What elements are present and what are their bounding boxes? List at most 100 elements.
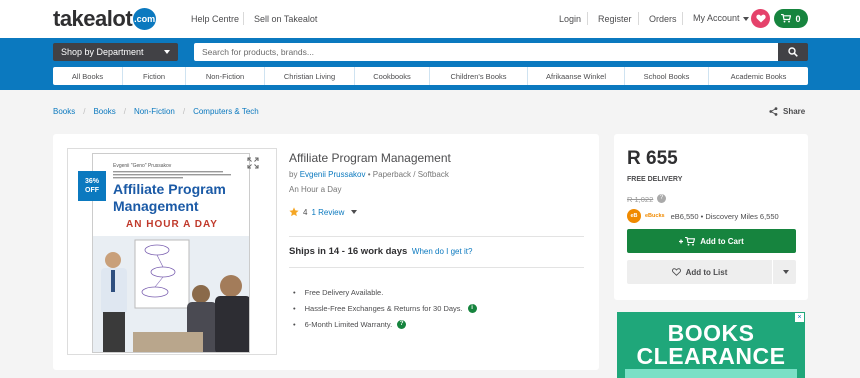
discount-percent: 36% bbox=[84, 178, 99, 185]
product-format: Paperback / Softback bbox=[372, 170, 449, 179]
free-delivery-label: FREE DELIVERY bbox=[627, 176, 683, 183]
rating-summary[interactable]: 4 1 Review bbox=[289, 207, 358, 217]
category-academic-books[interactable]: Academic Books bbox=[709, 67, 808, 85]
cart-button[interactable]: 0 bbox=[774, 9, 808, 28]
breadcrumb-item[interactable]: Books bbox=[93, 107, 115, 116]
help-icon[interactable]: ? bbox=[397, 319, 407, 329]
divider bbox=[682, 12, 683, 25]
share-label: Share bbox=[783, 107, 806, 116]
category-cookbooks[interactable]: Cookbooks bbox=[355, 67, 430, 85]
login-link[interactable]: Login bbox=[559, 14, 581, 24]
ebucks-word: eBucks bbox=[645, 213, 665, 219]
cover-title-line1: Affiliate Program bbox=[113, 181, 226, 197]
orders-link[interactable]: Orders bbox=[649, 14, 677, 24]
category-all-books[interactable]: All Books bbox=[53, 67, 123, 85]
book-cover: Evgenii "Geno" Prussakov Affiliate Progr… bbox=[92, 153, 250, 353]
category-non-fiction[interactable]: Non-Fiction bbox=[186, 67, 265, 85]
list-options-dropdown[interactable] bbox=[773, 260, 796, 284]
category-fiction[interactable]: Fiction bbox=[123, 67, 186, 85]
buy-box: R 655 FREE DELIVERY R 1,022 ? eB eBucks … bbox=[614, 134, 808, 300]
sell-on-takealot-link[interactable]: Sell on Takealot bbox=[254, 14, 317, 24]
logo-badge: .com bbox=[133, 8, 157, 30]
discount-badge: 36% OFF bbox=[78, 171, 106, 201]
by-label: by bbox=[289, 170, 298, 179]
cover-title-line2: Management bbox=[113, 198, 199, 214]
breadcrumb-item[interactable]: Non-Fiction bbox=[134, 107, 175, 116]
cart-count: 0 bbox=[795, 13, 801, 24]
shop-by-department-button[interactable]: Shop by Department bbox=[53, 43, 178, 61]
breadcrumb: Books / Books / Non-Fiction / Computers … bbox=[53, 107, 259, 116]
benefit-item: 6-Month Limited Warranty.? bbox=[293, 316, 477, 332]
wishlist-button[interactable] bbox=[751, 9, 770, 28]
byline-separator: • bbox=[367, 170, 371, 179]
list-price: R 1,022 bbox=[627, 195, 654, 204]
chevron-down-icon bbox=[742, 16, 749, 21]
cover-fine-print bbox=[113, 171, 231, 179]
ebucks-logo-icon: eB bbox=[627, 209, 641, 223]
divider bbox=[289, 236, 584, 237]
category-christian-living[interactable]: Christian Living bbox=[265, 67, 355, 85]
divider bbox=[243, 12, 244, 25]
search-icon bbox=[788, 47, 798, 57]
help-centre-link[interactable]: Help Centre bbox=[191, 14, 239, 24]
heart-icon bbox=[755, 14, 766, 23]
star-icon bbox=[289, 207, 299, 217]
shipping-text: Ships in 14 - 16 work days bbox=[289, 246, 408, 257]
shop-by-department-label: Shop by Department bbox=[61, 47, 144, 57]
cover-photo bbox=[93, 236, 249, 352]
add-to-list-button[interactable]: Add to List bbox=[627, 260, 772, 284]
benefits-list: Free Delivery Available. Hassle-Free Exc… bbox=[293, 284, 477, 332]
books-clearance-ad[interactable]: × BOOKS CLEARANCE bbox=[617, 312, 805, 378]
breadcrumb-separator: / bbox=[83, 107, 86, 116]
top-bar: takealot .com Help Centre Sell on Takeal… bbox=[0, 0, 860, 38]
rating-value: 4 bbox=[303, 207, 308, 217]
benefit-text: 6-Month Limited Warranty. bbox=[304, 319, 393, 329]
category-afrikaanse-winkel[interactable]: Afrikaanse Winkel bbox=[528, 67, 625, 85]
when-do-i-get-it-link[interactable]: When do I get it? bbox=[412, 247, 472, 256]
cart-icon bbox=[781, 14, 792, 23]
benefit-text: Free Delivery Available. bbox=[304, 287, 384, 297]
chevron-down-icon bbox=[783, 270, 789, 274]
search-button[interactable] bbox=[778, 43, 808, 61]
reviews-link[interactable]: 1 Review bbox=[311, 208, 344, 217]
logo-text: takealot bbox=[53, 6, 133, 31]
breadcrumb-separator: / bbox=[123, 107, 126, 116]
breadcrumb-item[interactable]: Computers & Tech bbox=[193, 107, 259, 116]
divider bbox=[587, 12, 588, 25]
takealot-logo[interactable]: takealot .com bbox=[53, 6, 157, 31]
info-icon[interactable]: i bbox=[467, 303, 477, 313]
benefit-item: Hassle-Free Exchanges & Returns for 30 D… bbox=[293, 300, 477, 316]
add-to-cart-label: Add to Cart bbox=[700, 236, 744, 246]
cover-tagline: AN HOUR A DAY bbox=[126, 219, 218, 230]
cover-author: Evgenii "Geno" Prussakov bbox=[113, 163, 172, 169]
product-title: Affiliate Program Management bbox=[289, 151, 451, 165]
add-to-cart-button[interactable]: Add to Cart bbox=[627, 229, 796, 253]
main-header: Shop by Department All Books Fiction Non… bbox=[0, 38, 860, 90]
divider bbox=[638, 12, 639, 25]
breadcrumb-item[interactable]: Books bbox=[53, 107, 75, 116]
ad-banner-strip bbox=[625, 369, 797, 378]
category-school-books[interactable]: School Books bbox=[625, 67, 709, 85]
product-subtitle: An Hour a Day bbox=[289, 185, 342, 194]
divider bbox=[289, 267, 584, 268]
register-link[interactable]: Register bbox=[598, 14, 632, 24]
product-card: Evgenii "Geno" Prussakov Affiliate Progr… bbox=[53, 134, 599, 370]
my-account-menu[interactable]: My Account bbox=[693, 13, 749, 23]
share-button[interactable]: Share bbox=[769, 107, 805, 116]
benefit-text: Hassle-Free Exchanges & Returns for 30 D… bbox=[304, 303, 463, 313]
shipping-estimate: Ships in 14 - 16 work days When do I get… bbox=[289, 246, 472, 257]
add-to-list-label: Add to List bbox=[685, 267, 728, 277]
expand-icon[interactable] bbox=[247, 157, 259, 169]
ebucks-text: eB6,550 • Discovery Miles 6,550 bbox=[670, 211, 779, 221]
benefit-item: Free Delivery Available. bbox=[293, 284, 477, 300]
my-account-label: My Account bbox=[693, 13, 740, 23]
heart-outline-icon bbox=[671, 268, 681, 276]
search-input[interactable] bbox=[194, 43, 778, 61]
help-icon[interactable]: ? bbox=[657, 194, 666, 203]
category-childrens-books[interactable]: Children's Books bbox=[430, 67, 528, 85]
discount-off: OFF bbox=[85, 187, 99, 194]
product-image[interactable]: Evgenii "Geno" Prussakov Affiliate Progr… bbox=[67, 148, 277, 355]
author-link[interactable]: Evgenii Prussakov bbox=[300, 170, 366, 179]
add-to-cart-icon bbox=[679, 236, 696, 246]
ebucks-info: eB eBucks eB6,550 • Discovery Miles 6,55… bbox=[627, 209, 779, 223]
